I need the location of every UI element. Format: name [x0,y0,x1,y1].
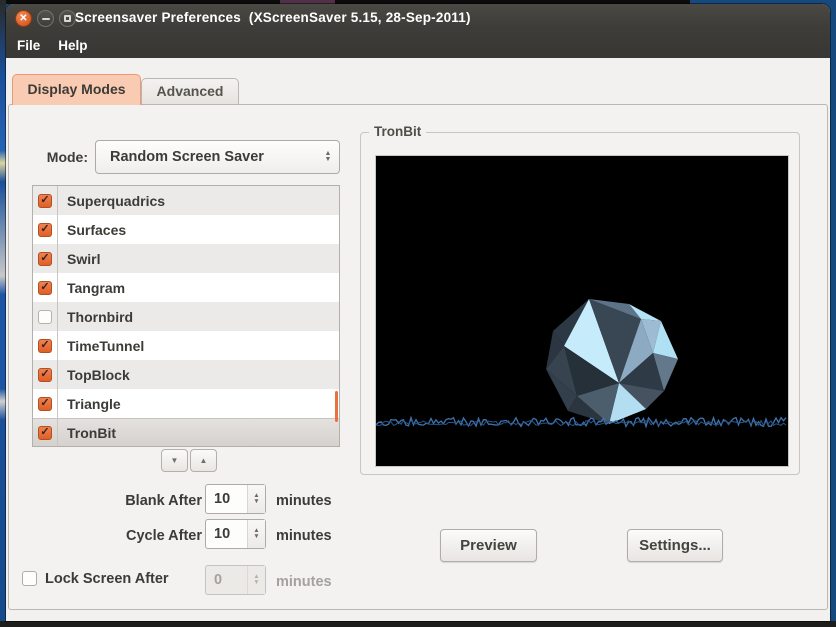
saver-name: Surfaces [58,222,126,238]
desktop: ✕ Screensaver Preferences (XScreenSaver … [0,0,836,627]
move-up-button[interactable]: ▲ [190,449,217,472]
checkbox-checked[interactable]: ✓ [38,223,52,237]
window-header: ✕ Screensaver Preferences (XScreenSaver … [6,4,830,58]
close-icon: ✕ [19,14,27,24]
mode-selected-value: Random Screen Saver [96,149,317,165]
cycle-after-unit: minutes [276,528,332,544]
menu-help[interactable]: Help [50,35,95,56]
titlebar[interactable]: ✕ Screensaver Preferences (XScreenSaver … [6,4,830,32]
lock-after-spinner: 0 ▲▼ [205,565,266,595]
preview-button[interactable]: Preview [440,529,537,562]
check-icon: ✓ [40,340,49,351]
lock-screen-label: Lock Screen After [45,571,169,587]
checkbox-checked[interactable]: ✓ [38,281,52,295]
tab-advanced[interactable]: Advanced [141,78,239,104]
cycle-after-label: Cycle After [12,528,202,544]
arrow-down-icon: ▼ [171,456,179,465]
checkbox-checked[interactable]: ✓ [38,252,52,266]
check-icon: ✓ [40,195,49,206]
list-item[interactable]: ✓ Swirl [33,244,339,273]
screensaver-preferences-window: ✕ Screensaver Preferences (XScreenSaver … [6,4,830,621]
move-down-button[interactable]: ▼ [161,449,188,472]
saver-name: Triangle [58,396,121,412]
lock-after-unit: minutes [276,574,332,590]
list-item[interactable]: Thornbird [33,302,339,331]
list-item[interactable]: ✓ Superquadrics [33,186,339,215]
screensaver-list[interactable]: ✓ Superquadrics ✓ Surfaces ✓ Swirl ✓ Tan… [32,185,340,447]
list-scrollbar-thumb[interactable] [335,391,338,422]
window-title: Screensaver Preferences (XScreenSaver 5.… [75,10,471,25]
check-icon: ✓ [40,224,49,235]
blank-after-value[interactable]: 10 [206,485,247,513]
saver-name: Tangram [58,280,125,296]
saver-name: TopBlock [58,367,130,383]
check-icon: ✓ [40,427,49,438]
minimize-button[interactable] [37,10,54,27]
check-icon: ✓ [40,398,49,409]
tron-waveform [376,156,788,466]
list-item[interactable]: ✓ Surfaces [33,215,339,244]
tab-display-modes[interactable]: Display Modes [12,74,141,105]
checkbox-checked[interactable]: ✓ [38,397,52,411]
tronbit-group-frame: TronBit [360,132,800,475]
cycle-after-spinner[interactable]: 10 ▲▼ [205,519,266,549]
list-item-selected[interactable]: ✓ TronBit [33,418,339,446]
checkbox-checked[interactable]: ✓ [38,368,52,382]
saver-name: TimeTunnel [58,338,144,354]
checkbox-checked[interactable]: ✓ [38,339,52,353]
settings-button[interactable]: Settings... [627,529,723,562]
saver-name: Superquadrics [58,193,165,209]
tronbit-frame-title: TronBit [369,124,426,139]
screensaver-preview [375,155,789,467]
mode-select[interactable]: Random Screen Saver ▲▼ [95,140,340,174]
saver-name: Thornbird [58,309,133,325]
saver-name: Swirl [58,251,100,267]
checkbox-checked[interactable]: ✓ [38,194,52,208]
desktop-edge-bottom [0,621,836,627]
lock-screen-checkbox[interactable] [22,571,37,586]
blank-after-spinner[interactable]: 10 ▲▼ [205,484,266,514]
checkbox-checked[interactable]: ✓ [38,426,52,440]
mode-label: Mode: [6,149,88,165]
minimize-icon [42,18,50,20]
checkbox-unchecked[interactable] [38,310,52,324]
menubar: File Help [6,32,830,58]
combo-arrows-icon: ▲▼ [317,151,339,163]
arrow-up-icon: ▲ [200,456,208,465]
list-item[interactable]: ✓ TopBlock [33,360,339,389]
check-icon: ✓ [40,369,49,380]
cycle-after-value[interactable]: 10 [206,520,247,548]
spinner-arrows-icon[interactable]: ▲▼ [247,485,265,513]
maximize-button[interactable] [59,10,76,27]
list-item[interactable]: ✓ Triangle [33,389,339,418]
check-icon: ✓ [40,282,49,293]
spinner-arrows-icon[interactable]: ▲▼ [247,520,265,548]
blank-after-unit: minutes [276,493,332,509]
list-item[interactable]: ✓ Tangram [33,273,339,302]
close-button[interactable]: ✕ [15,10,32,27]
spinner-arrows-icon: ▲▼ [247,566,265,594]
list-item[interactable]: ✓ TimeTunnel [33,331,339,360]
lock-after-value: 0 [206,566,247,594]
check-icon: ✓ [40,253,49,264]
menu-file[interactable]: File [9,35,48,56]
blank-after-label: Blank After [12,493,202,509]
maximize-icon [64,15,71,22]
saver-name: TronBit [58,425,116,441]
